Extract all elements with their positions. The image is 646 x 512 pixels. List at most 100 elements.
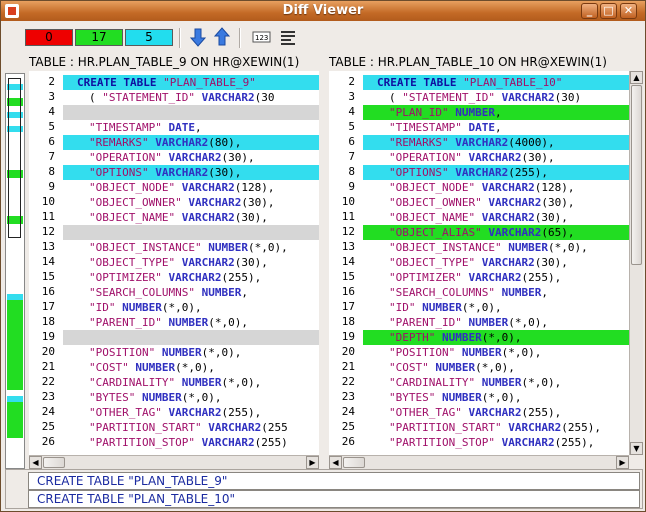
code-token: (*,0), <box>501 346 542 359</box>
code-line[interactable]: "OBJECT_NAME" VARCHAR2(30), <box>89 210 268 225</box>
code-line[interactable]: "OBJECT_TYPE" VARCHAR2(30), <box>389 255 568 270</box>
vertical-scrollbar[interactable]: ▲ ▼ <box>629 71 643 455</box>
right-scroll-thumb[interactable] <box>343 457 365 468</box>
scroll-left-button[interactable]: ◀ <box>29 456 42 469</box>
code-token: "PARENT_ID" <box>389 316 469 329</box>
line-number: 8 <box>348 165 355 178</box>
code-line[interactable]: "TIMESTAMP" DATE, <box>89 120 202 135</box>
code-line[interactable]: "OBJECT_OWNER" VARCHAR2(30), <box>389 195 574 210</box>
line-number: 2 <box>48 75 55 88</box>
code-line[interactable]: "BYTES" NUMBER(*,0), <box>89 390 221 405</box>
code-token: VARCHAR2 <box>155 136 209 149</box>
scroll-down-button[interactable]: ▼ <box>630 442 643 455</box>
code-line[interactable]: ( "STATEMENT_ID" VARCHAR2(30) <box>389 90 581 105</box>
wrap-button[interactable] <box>277 26 299 48</box>
code-line[interactable]: "OPTIONS" VARCHAR2(255), <box>389 165 548 180</box>
code-line[interactable]: "OBJECT_ALIAS" VARCHAR2(65), <box>389 225 574 240</box>
code-line[interactable]: CREATE TABLE "PLAN_TABLE_10" <box>377 75 562 90</box>
code-line[interactable]: "BYTES" NUMBER(*,0), <box>389 390 521 405</box>
code-line[interactable]: "OBJECT_INSTANCE" NUMBER(*,0), <box>89 240 288 255</box>
code-line[interactable]: "OBJECT_OWNER" VARCHAR2(30), <box>89 195 274 210</box>
code-line[interactable]: "REMARKS" VARCHAR2(80), <box>89 135 241 150</box>
left-horizontal-scrollbar[interactable]: ◀ ▶ <box>29 455 319 469</box>
code-token: "PARTITION_START" <box>89 421 209 434</box>
right-code-pane[interactable]: 2 CREATE TABLE "PLAN_TABLE_10" 3 ( "STATEM… <box>329 71 629 455</box>
code-line[interactable]: "PARTITION_START" VARCHAR2(255 <box>89 420 288 435</box>
code-line[interactable]: "OBJECT_INSTANCE" NUMBER(*,0), <box>389 240 588 255</box>
code-line[interactable]: "OBJECT_NODE" VARCHAR2(128), <box>89 180 274 195</box>
code-token: "OPTIMIZER" <box>389 271 469 284</box>
code-line[interactable]: "REMARKS" VARCHAR2(4000), <box>389 135 555 150</box>
overview-viewport[interactable] <box>8 78 21 238</box>
line-number: 25 <box>341 420 355 433</box>
vertical-scroll-thumb[interactable] <box>631 85 642 265</box>
code-token: (80), <box>208 136 242 149</box>
code-line[interactable]: "DEPTH" NUMBER(*,0), <box>389 330 521 345</box>
code-line[interactable]: "OPTIMIZER" VARCHAR2(255), <box>389 270 561 285</box>
code-line[interactable]: "SEARCH_COLUMNS" NUMBER, <box>89 285 248 300</box>
scroll-right-button[interactable]: ▶ <box>616 456 629 469</box>
code-token: NUMBER <box>168 316 209 329</box>
line-numbers-button[interactable]: 123 <box>251 26 273 48</box>
code-line[interactable]: "OTHER_TAG" VARCHAR2(255), <box>389 405 561 420</box>
line-number: 8 <box>48 165 55 178</box>
code-line[interactable]: "OBJECT_NODE" VARCHAR2(128), <box>389 180 574 195</box>
code-line[interactable]: "COST" NUMBER(*,0), <box>389 360 515 375</box>
code-token: "TIMESTAMP" <box>89 121 169 134</box>
code-line[interactable]: "OPTIMIZER" VARCHAR2(255), <box>89 270 261 285</box>
code-line[interactable]: "POSITION" NUMBER(*,0), <box>389 345 541 360</box>
code-token: "OBJECT_NODE" <box>389 181 482 194</box>
code-line[interactable]: "PARENT_ID" NUMBER(*,0), <box>389 315 548 330</box>
previous-diff-button[interactable] <box>211 26 233 48</box>
code-line[interactable]: "OPTIONS" VARCHAR2(30), <box>89 165 241 180</box>
code-line[interactable]: "OTHER_TAG" VARCHAR2(255), <box>89 405 261 420</box>
code-line[interactable]: "PARENT_ID" NUMBER(*,0), <box>89 315 248 330</box>
code-token: VARCHAR2 <box>168 151 222 164</box>
code-line[interactable]: "ID" NUMBER(*,0), <box>89 300 202 315</box>
right-horizontal-scrollbar[interactable]: ◀ ▶ <box>329 455 629 469</box>
code-line[interactable]: "TIMESTAMP" DATE, <box>389 120 502 135</box>
code-token: (255), <box>221 271 262 284</box>
code-token: VARCHAR2 <box>208 421 262 434</box>
code-line[interactable]: CREATE TABLE "PLAN_TABLE_9" <box>77 75 256 90</box>
code-token: "ID" <box>89 301 123 314</box>
code-token: NUMBER <box>122 301 162 314</box>
code-line[interactable]: "PLAN_ID" NUMBER, <box>389 105 502 120</box>
scroll-right-button[interactable]: ▶ <box>306 456 319 469</box>
code-line[interactable]: "OBJECT_NAME" VARCHAR2(30), <box>389 210 568 225</box>
code-line[interactable]: ( "STATEMENT_ID" VARCHAR2(30 <box>89 90 274 105</box>
code-token: NUMBER <box>441 331 482 344</box>
code-line[interactable]: "PARTITION_START" VARCHAR2(255), <box>389 420 601 435</box>
scroll-left-button[interactable]: ◀ <box>329 456 342 469</box>
code-line[interactable]: "SEARCH_COLUMNS" NUMBER, <box>389 285 548 300</box>
line-number: 14 <box>341 255 355 268</box>
code-token: (30) <box>554 91 582 104</box>
code-line[interactable]: "CARDINALITY" NUMBER(*,0), <box>389 375 561 390</box>
code-token: "STATEMENT_ID" <box>102 91 202 104</box>
code-line[interactable]: "ID" NUMBER(*,0), <box>389 300 502 315</box>
overview-marker <box>7 300 23 390</box>
minimize-button[interactable]: _ <box>581 3 598 19</box>
code-line[interactable]: "COST" NUMBER(*,0), <box>89 360 215 375</box>
diff-overview-bar[interactable] <box>5 73 25 469</box>
code-line[interactable]: "OBJECT_TYPE" VARCHAR2(30), <box>89 255 268 270</box>
line-number: 9 <box>48 180 55 193</box>
left-code-pane[interactable]: 2 CREATE TABLE "PLAN_TABLE_9" 3 ( "STATEME… <box>29 71 319 455</box>
code-line[interactable]: "OPERATION" VARCHAR2(30), <box>389 150 555 165</box>
maximize-button[interactable]: □ <box>600 3 617 19</box>
title-bar[interactable]: Diff Viewer _ □ ✕ <box>1 1 645 21</box>
next-diff-button[interactable] <box>187 26 209 48</box>
left-scroll-thumb[interactable] <box>43 457 65 468</box>
code-line[interactable]: "PARTITION_STOP" VARCHAR2(255) <box>89 435 288 450</box>
code-line[interactable]: "OPERATION" VARCHAR2(30), <box>89 150 255 165</box>
code-line[interactable]: "POSITION" NUMBER(*,0), <box>89 345 241 360</box>
code-line[interactable]: "PARTITION_STOP" VARCHAR2(255), <box>389 435 594 450</box>
scroll-up-button[interactable]: ▲ <box>630 71 643 84</box>
code-line[interactable]: "CARDINALITY" NUMBER(*,0), <box>89 375 261 390</box>
code-token: "OPTIONS" <box>89 166 156 179</box>
code-token: "REMARKS" <box>89 136 156 149</box>
close-button[interactable]: ✕ <box>620 3 637 19</box>
code-token: "PLAN_ID" <box>389 106 456 119</box>
minimize-icon: _ <box>586 4 593 17</box>
code-token: "OTHER_TAG" <box>89 406 169 419</box>
